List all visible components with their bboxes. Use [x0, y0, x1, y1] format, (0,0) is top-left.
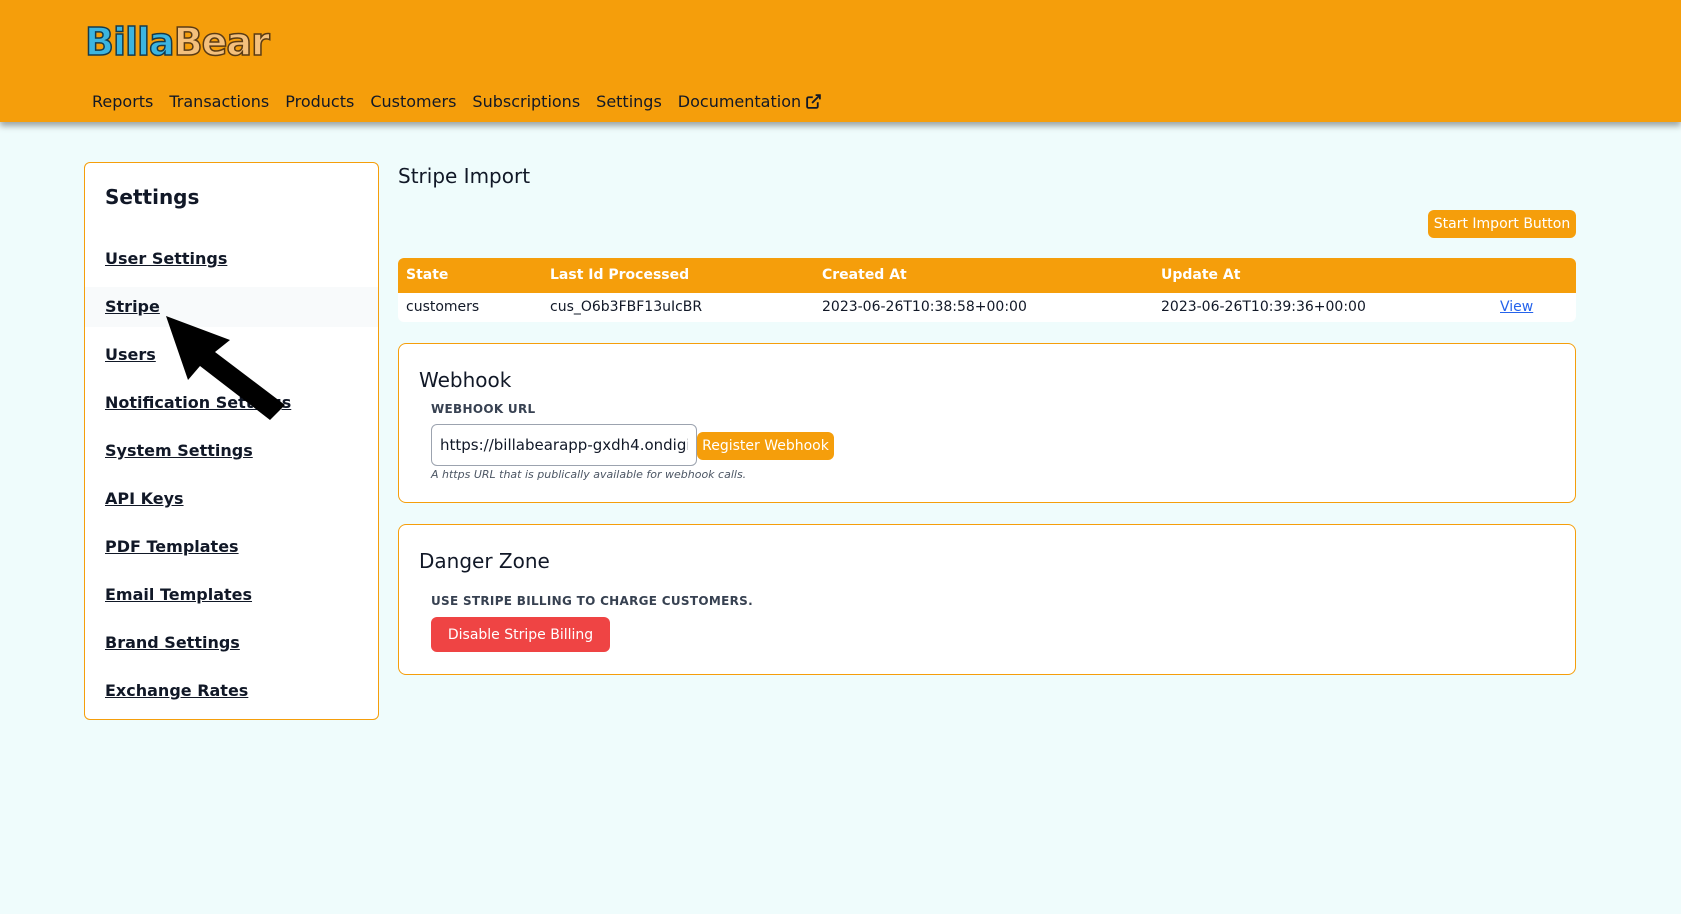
register-webhook-button[interactable]: Register Webhook — [697, 432, 834, 460]
sidebar-item-email-templates[interactable]: Email Templates — [85, 575, 378, 615]
disable-stripe-billing-button[interactable]: Disable Stripe Billing — [431, 617, 610, 652]
header-last-id: Last Id Processed — [550, 267, 690, 283]
import-table: State Last Id Processed Created At Updat… — [398, 258, 1576, 322]
sidebar-item-system-settings[interactable]: System Settings — [85, 431, 378, 471]
sidebar-item-notification-settings[interactable]: Notification Settings — [85, 383, 378, 423]
table-row: customers cus_O6b3FBF13uIcBR 2023-06-26T… — [398, 293, 1576, 322]
sidebar-item-api-keys[interactable]: API Keys — [85, 479, 378, 519]
webhook-url-input[interactable] — [431, 424, 697, 466]
nav-transactions[interactable]: Transactions — [169, 92, 269, 111]
nav-subscriptions[interactable]: Subscriptions — [472, 92, 580, 111]
main-nav: Reports Transactions Products Customers … — [92, 92, 822, 111]
nav-documentation[interactable]: Documentation — [678, 92, 822, 111]
page-title: Stripe Import — [398, 164, 531, 188]
nav-settings[interactable]: Settings — [596, 92, 662, 111]
stripe-billing-label: USE STRIPE BILLING TO CHARGE CUSTOMERS. — [431, 594, 753, 608]
header-state: State — [406, 267, 449, 283]
sidebar-item-stripe[interactable]: Stripe — [85, 287, 378, 327]
cell-updated-at: 2023-06-26T10:39:36+00:00 — [1161, 299, 1366, 315]
sidebar-title: Settings — [105, 185, 200, 209]
webhook-url-label: WEBHOOK URL — [431, 402, 536, 416]
view-link[interactable]: View — [1500, 293, 1533, 322]
sidebar-item-users[interactable]: Users — [85, 335, 378, 375]
sidebar-item-user-settings[interactable]: User Settings — [85, 239, 378, 279]
table-header: State Last Id Processed Created At Updat… — [398, 258, 1576, 293]
sidebar-item-exchange-rates[interactable]: Exchange Rates — [85, 671, 378, 711]
nav-documentation-label: Documentation — [677, 92, 802, 111]
nav-products[interactable]: Products — [285, 92, 354, 111]
nav-customers[interactable]: Customers — [370, 92, 456, 111]
cell-created-at: 2023-06-26T10:38:58+00:00 — [822, 299, 1027, 315]
start-import-button[interactable]: Start Import Button — [1428, 210, 1576, 238]
billabear-logo[interactable]: BillaBear — [84, 19, 270, 65]
nav-reports[interactable]: Reports — [92, 92, 153, 111]
settings-sidebar: Settings User Settings Stripe Users Noti… — [84, 162, 379, 720]
webhook-title: Webhook — [419, 368, 512, 392]
header-created-at: Created At — [822, 267, 907, 283]
cell-state: customers — [406, 299, 480, 315]
webhook-card: Webhook WEBHOOK URL Register Webhook A h… — [398, 343, 1576, 503]
sidebar-item-brand-settings[interactable]: Brand Settings — [85, 623, 378, 663]
header-update-at: Update At — [1161, 267, 1241, 283]
top-navigation-bar: BillaBear Reports Transactions Products … — [0, 0, 1681, 122]
external-link-icon — [806, 94, 821, 109]
danger-zone-title: Danger Zone — [419, 549, 550, 573]
webhook-hint: A https URL that is publically available… — [431, 468, 747, 481]
sidebar-item-pdf-templates[interactable]: PDF Templates — [85, 527, 378, 567]
danger-zone-card: Danger Zone USE STRIPE BILLING TO CHARGE… — [398, 524, 1576, 675]
cell-last-id: cus_O6b3FBF13uIcBR — [550, 299, 703, 315]
